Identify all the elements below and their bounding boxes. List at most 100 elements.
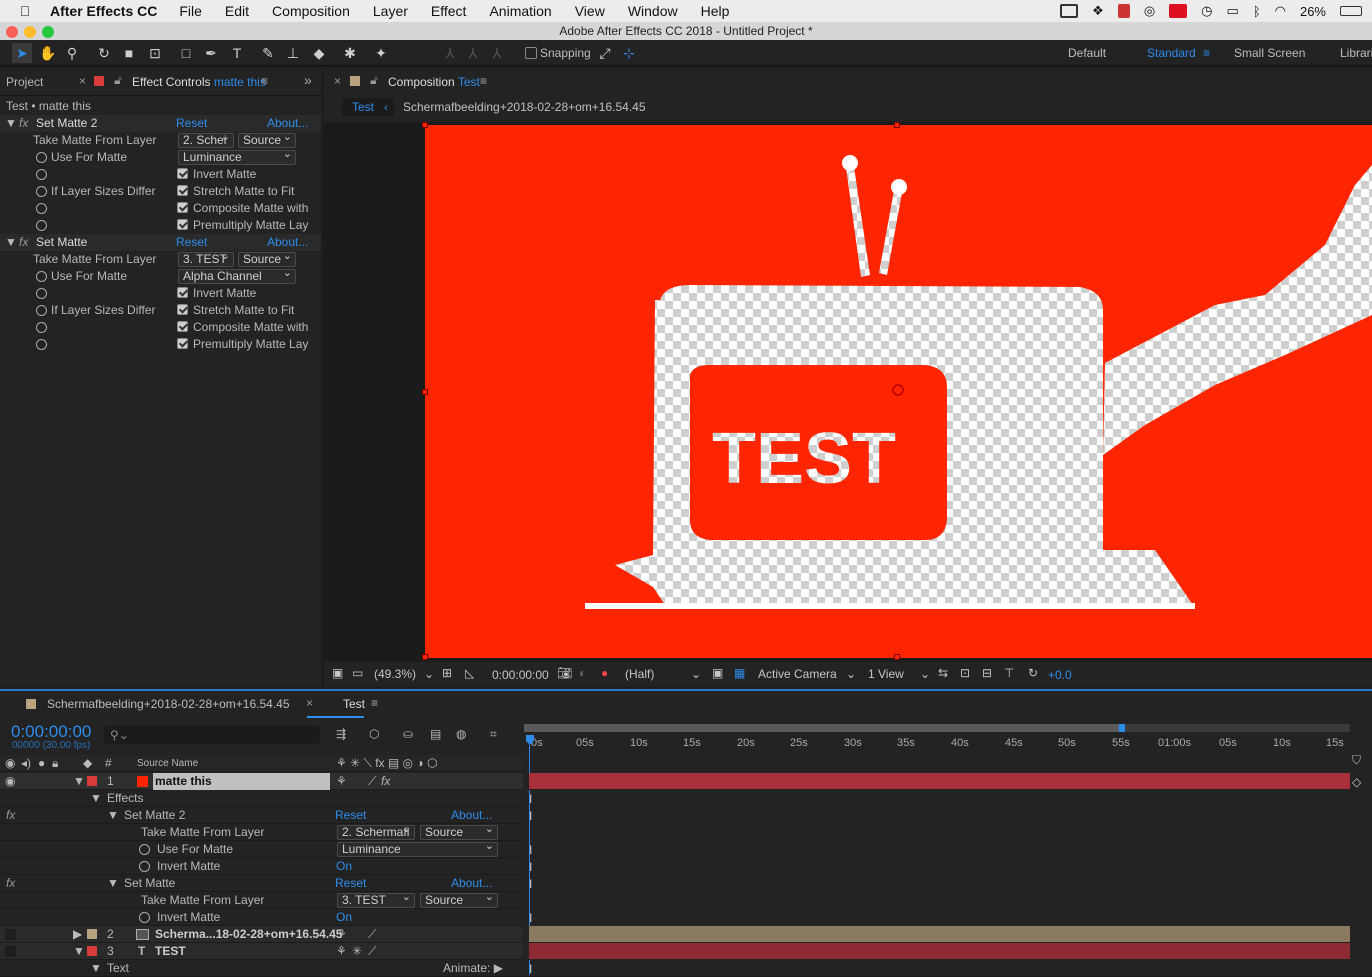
timeline-icon[interactable]: ⊟ [982,666,992,680]
invert-matte-checkbox[interactable]: Invert Matte [177,285,256,302]
maximize-window-icon[interactable] [42,26,54,38]
audio-icon[interactable]: ◂) [21,755,31,772]
stopwatch-icon[interactable] [36,220,47,231]
switches-header-icon[interactable]: ⚘ ✳ ⟍ fx ▤ ◎ ◑ ⬡ [336,755,437,772]
effect-row[interactable]: fx ▼ Set Matte 2 Reset About... [0,807,523,824]
axis-world-icon[interactable]: ⅄ [463,43,483,63]
stopwatch-icon[interactable] [36,203,47,214]
premultiply-matte-checkbox[interactable]: Premultiply Matte Lay [177,217,308,234]
airplay-box-icon[interactable] [1060,4,1079,18]
transform-handle[interactable] [422,122,428,128]
expand-layer-icon[interactable]: ▼ [73,943,85,960]
snapshot-camera-icon[interactable]: 📷︎ [557,666,572,680]
monitor-icon[interactable]: ▭ [352,666,363,680]
menu-window[interactable]: Window [628,3,678,19]
layer-duration-bar[interactable] [529,773,1350,790]
app-menu[interactable]: After Effects CC [50,3,157,19]
effect-header[interactable]: ▼ fx Set Matte 2 Reset About... [0,115,321,132]
tab-composition[interactable]: Composition Test [388,75,480,89]
snap-to-edges-icon[interactable]: ⊹ [619,43,639,63]
fx-icon[interactable]: fx [6,807,15,824]
camera-dropdown[interactable]: Active Camera ⌄ [754,666,858,682]
transform-handle[interactable] [422,389,428,395]
close-tab-icon[interactable]: × [79,74,86,88]
layer-row[interactable]: ◉ ▼ 1 matte this ⚘ ⟋ fx [0,773,523,790]
source-name-header[interactable]: Source Name [137,755,198,772]
app-status-icon[interactable] [1169,4,1188,18]
wifi-icon[interactable]: ◠ [1275,3,1286,19]
zoom-dropdown[interactable]: (49.3%) ⌄ [370,666,434,682]
take-matte-source-dropdown[interactable]: Source [420,825,498,840]
type-tool-icon[interactable]: T [227,43,247,63]
breadcrumb-layer[interactable]: Schermafbeelding+2018-02-28+om+16.54.45 [403,100,646,114]
transparency-grid-icon[interactable]: ▦ [734,666,745,680]
hand-tool-icon[interactable]: ✋ [38,43,58,63]
axis-tool-icon[interactable]: ⅄ [440,43,460,63]
invert-matte-value[interactable]: On [336,858,352,875]
resolution-dropdown[interactable]: (Half) ⌄ [621,666,703,682]
show-snapshot-icon[interactable]: ◐ [579,666,586,680]
eye-icon[interactable] [5,929,16,940]
eye-icon[interactable]: ◉ [5,773,15,790]
timeline-timecode[interactable]: 0:00:00:00 [11,722,91,742]
current-time-display[interactable]: 0:00:00:00 [492,668,549,682]
reset-exposure-icon[interactable]: ↻ [1028,666,1038,680]
workspace-small-screen[interactable]: Small Screen [1234,46,1305,60]
work-area-range[interactable] [524,724,1122,732]
expand-layer-icon[interactable]: ▶ [73,926,82,943]
disclosure-triangle-icon[interactable]: ▼ [107,875,119,892]
stopwatch-icon[interactable] [36,169,47,180]
workspace-menu-icon[interactable]: ≡ [1203,46,1210,60]
collapse-switch-icon[interactable]: ✳ [352,943,362,960]
region-of-interest-icon[interactable]: ▣ [712,666,723,680]
menu-edit[interactable]: Edit [225,3,249,19]
puppet-tool-icon[interactable]: ✦ [371,43,391,63]
take-matte-source-dropdown[interactable]: Source [420,893,498,908]
flowchart-icon[interactable]: ⊤ [1004,666,1014,680]
solo-icon[interactable]: ● [38,755,45,772]
eye-icon[interactable] [5,946,16,957]
selection-tool-icon[interactable]: ➤ [12,43,32,63]
camera-tool-icon[interactable]: ■ [119,43,139,63]
video-visibility-icon[interactable]: ◉ [5,755,15,772]
invert-matte-value[interactable]: On [336,909,352,926]
reset-link[interactable]: Reset [176,115,207,132]
rotate-tool-icon[interactable]: ↻ [94,43,114,63]
stopwatch-icon[interactable] [36,288,47,299]
disclosure-triangle-icon[interactable]: ▼ [90,960,102,977]
fx-icon[interactable]: fx [19,234,28,251]
zoom-tool-icon[interactable]: ⚲ [62,43,82,63]
take-matte-source-dropdown[interactable]: Source [238,133,296,148]
expand-layer-icon[interactable]: ▼ [73,773,85,790]
panel-menu-icon[interactable]: ≡ [480,74,487,88]
apple-icon[interactable]:  [0,3,50,19]
stopwatch-icon[interactable] [36,271,47,282]
effect-header[interactable]: ▼ fx Set Matte Reset About... [0,234,321,251]
animate-menu[interactable]: Animate: ▶ [443,960,503,977]
stopwatch-icon[interactable] [36,305,47,316]
battery-monitor-icon[interactable] [1117,4,1130,18]
pan-behind-tool-icon[interactable]: ⊡ [145,43,165,63]
bluetooth-icon[interactable]: ᛒ [1253,4,1261,19]
stopwatch-icon[interactable] [139,844,150,855]
panel-menu-icon[interactable]: ≡ [261,74,268,88]
invert-matte-checkbox[interactable]: Invert Matte [177,166,256,183]
menu-view[interactable]: View [575,3,605,19]
layer-name[interactable]: Scherma...18-02-28+om+16.54.45 [155,926,342,943]
always-preview-icon[interactable]: ▣ [332,666,343,680]
mask-visibility-icon[interactable]: ◺ [465,666,474,680]
about-link[interactable]: About... [267,234,308,251]
stretch-matte-checkbox[interactable]: Stretch Matte to Fit [177,183,294,200]
tab-effect-controls[interactable]: Effect Controls matte this [132,75,266,89]
transform-handle[interactable] [894,122,900,128]
battery-icon[interactable] [1340,6,1362,16]
take-matte-layer-dropdown[interactable]: 2. Schermafl [337,825,415,840]
lock-icon[interactable]: 🔓︎ [370,73,378,88]
panel-menu-icon[interactable]: ≡ [371,696,378,710]
use-for-matte-dropdown[interactable]: Luminance [178,150,296,165]
shy-switch-icon[interactable]: ⚘ [336,773,347,790]
airplay-icon[interactable]: ▭ [1227,3,1239,19]
grid-guide-icon[interactable]: ⊞ [442,666,452,680]
take-matte-layer-dropdown[interactable]: 3. TEST [337,893,415,908]
fx-icon[interactable]: fx [19,115,28,132]
